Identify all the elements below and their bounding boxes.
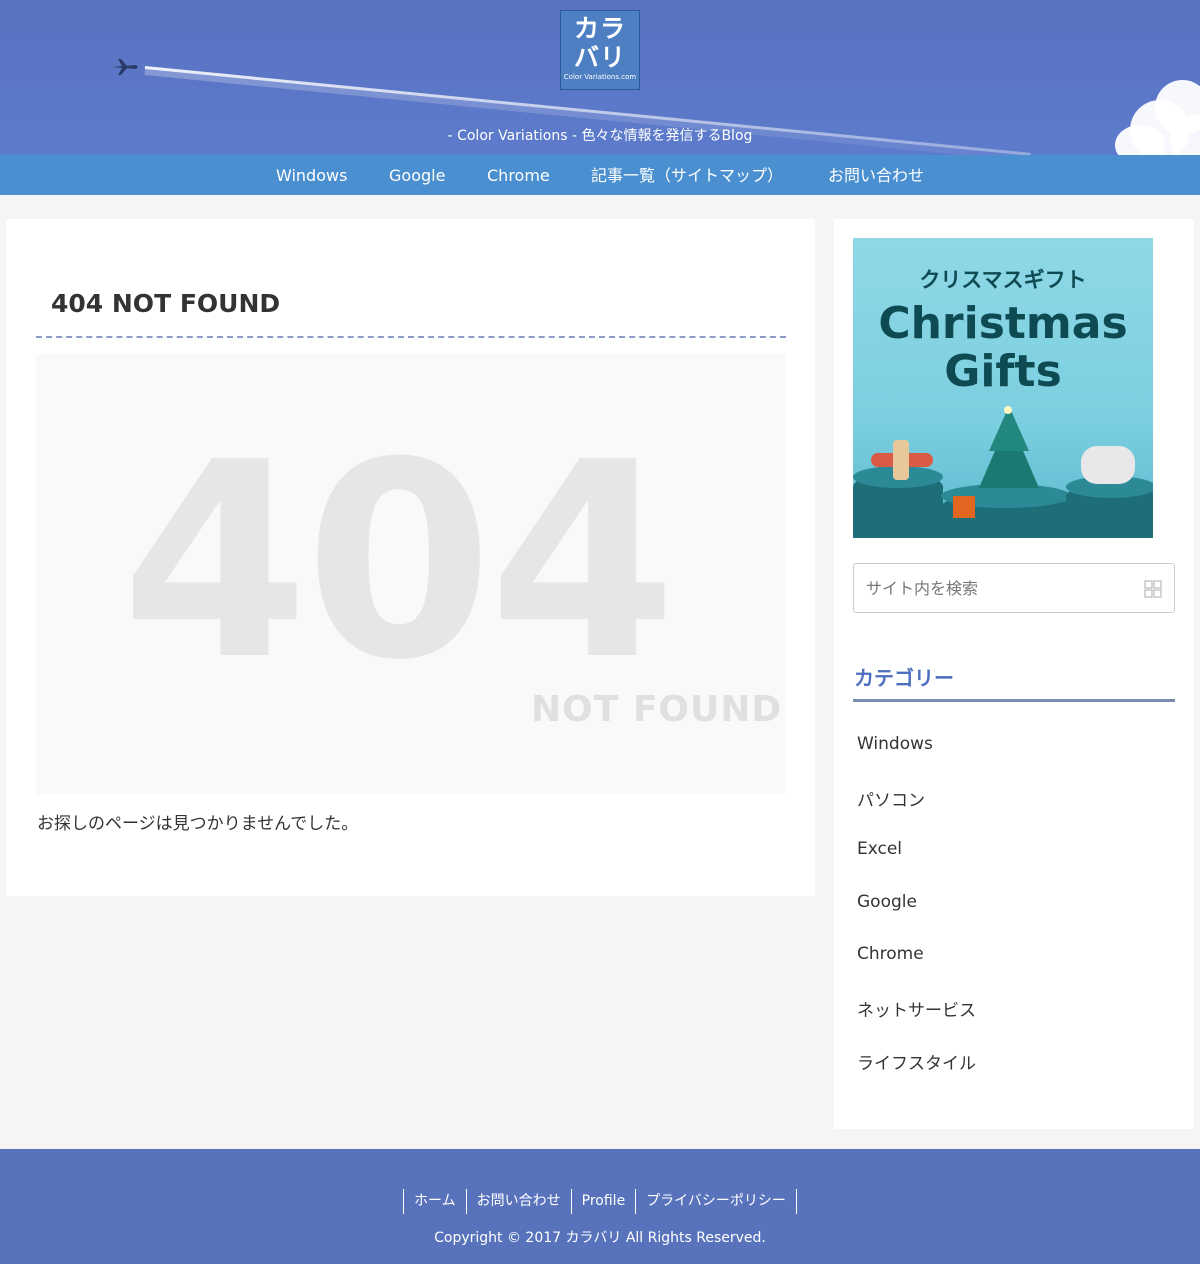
christmas-gift-banner[interactable]: クリスマスギフト Christmas Gifts xyxy=(853,238,1153,538)
sidebar: クリスマスギフト Christmas Gifts サイト内を検索 カテゴリー W… xyxy=(834,219,1194,1129)
title-divider xyxy=(36,336,786,338)
category-heading: カテゴリー xyxy=(854,666,954,690)
category-item-lifestyle[interactable]: ライフスタイル xyxy=(857,1049,976,1074)
banner-jp-text: クリスマスギフト xyxy=(919,268,1087,292)
copyright-text: Copyright © 2017 カラバリ All Rights Reserve… xyxy=(434,1230,766,1246)
logo-text-line1: カラ xyxy=(573,14,626,43)
nav-item-google[interactable]: Google xyxy=(389,155,445,195)
nav-item-chrome[interactable]: Chrome xyxy=(487,155,550,195)
logo-subtext: Color Variations.com xyxy=(563,73,637,81)
category-divider xyxy=(853,699,1175,702)
site-search[interactable]: サイト内を検索 xyxy=(853,563,1175,613)
search-icon[interactable] xyxy=(1144,580,1162,598)
nav-item-windows[interactable]: Windows xyxy=(276,155,347,195)
footer-link-contact[interactable]: お問い合わせ xyxy=(465,1189,571,1214)
footer-link-profile[interactable]: Profile xyxy=(570,1189,636,1214)
toy-plane-wing xyxy=(893,440,909,480)
category-item-chrome[interactable]: Chrome xyxy=(857,944,924,964)
not-found-image-number: 404 xyxy=(121,404,677,719)
category-item-google[interactable]: Google xyxy=(857,892,917,912)
site-logo[interactable]: カラ バリ Color Variations.com xyxy=(560,10,640,90)
nav-item-contact[interactable]: お問い合わせ xyxy=(828,155,924,195)
page-title: 404 NOT FOUND xyxy=(51,289,281,318)
site-footer: ホーム お問い合わせ Profile プライバシーポリシー Copyright … xyxy=(0,1149,1200,1264)
category-item-windows[interactable]: Windows xyxy=(857,734,933,754)
banner-en-text-line2: Gifts xyxy=(944,346,1062,397)
category-item-pc[interactable]: パソコン xyxy=(857,786,925,811)
category-item-excel[interactable]: Excel xyxy=(857,839,902,859)
global-nav: Windows Google Chrome 記事一覧（サイトマップ） お問い合わ… xyxy=(0,155,1200,195)
footer-link-privacy[interactable]: プライバシーポリシー xyxy=(635,1189,797,1214)
main-content: 404 NOT FOUND 404 NOT FOUND お探しのページは見つかり… xyxy=(6,219,815,896)
footer-link-home[interactable]: ホーム xyxy=(403,1189,466,1214)
not-found-image-label: NOT FOUND xyxy=(531,689,783,730)
banner-en-text-line1: Christmas xyxy=(878,298,1128,349)
airplane-icon xyxy=(112,59,138,75)
gift-box-icon xyxy=(953,496,975,518)
site-header: カラ バリ Color Variations.com - Color Varia… xyxy=(0,0,1200,155)
logo-text-line2: バリ xyxy=(573,43,626,72)
tree-star-icon xyxy=(1004,406,1012,414)
not-found-message: お探しのページは見つかりませんでした。 xyxy=(37,814,359,834)
nav-item-sitemap[interactable]: 記事一覧（サイトマップ） xyxy=(591,155,783,195)
not-found-image: 404 NOT FOUND xyxy=(36,354,786,794)
footer-nav: ホーム お問い合わせ Profile プライバシーポリシー xyxy=(0,1189,1200,1214)
search-input[interactable]: サイト内を検索 xyxy=(866,564,978,612)
site-tagline: - Color Variations - 色々な情報を発信するBlog xyxy=(447,128,753,144)
category-item-net-service[interactable]: ネットサービス xyxy=(857,996,976,1021)
game-controller-icon xyxy=(1081,446,1135,484)
